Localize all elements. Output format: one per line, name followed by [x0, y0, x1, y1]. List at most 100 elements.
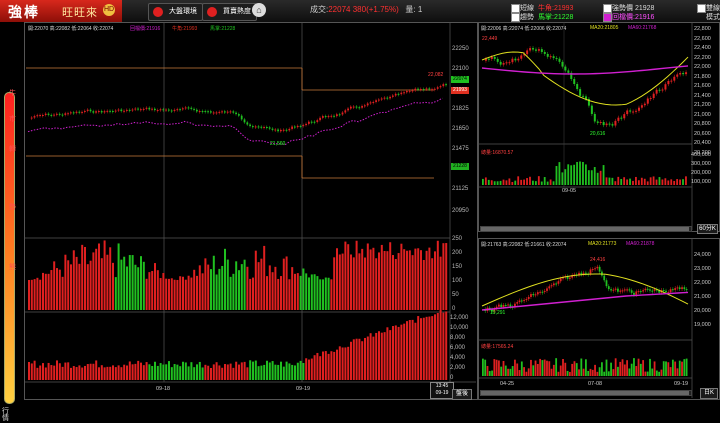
volume-tick: 100 — [452, 278, 463, 284]
amount-bar — [128, 361, 131, 380]
candle-body — [274, 129, 277, 131]
volume-bar — [594, 364, 596, 376]
candle-body — [517, 58, 520, 61]
short-term-checkbox[interactable] — [511, 4, 520, 13]
volume-bar — [482, 358, 484, 376]
volume-bar — [637, 180, 640, 185]
amount-bar — [313, 355, 316, 380]
hourly-scroll-thumb[interactable] — [481, 227, 689, 231]
amount-bar — [341, 347, 344, 380]
market-environment-icon — [153, 7, 163, 17]
candle-body — [614, 120, 617, 126]
trading-heat-button[interactable]: 買賣熱度 — [202, 3, 257, 21]
trend-checkbox[interactable] — [511, 13, 520, 22]
amount-bar — [327, 353, 330, 380]
candle-body — [630, 290, 633, 293]
candle-body — [653, 289, 656, 291]
candle-body — [617, 288, 619, 292]
amount-bar — [425, 316, 428, 380]
amount-bar — [28, 361, 30, 380]
thermometer-bar — [4, 92, 15, 404]
candle-body — [436, 87, 439, 89]
amount-bar — [394, 325, 397, 380]
volume-bar — [578, 369, 580, 376]
strength-price-checkbox[interactable] — [603, 4, 612, 13]
candle-body — [81, 111, 83, 113]
candle-body — [573, 78, 576, 85]
candle-body — [100, 111, 103, 113]
volume-bar — [106, 254, 109, 310]
daily-scroll-thumb[interactable] — [481, 391, 689, 395]
candle-body — [546, 288, 548, 291]
volume-bar — [568, 371, 571, 376]
volume-bar — [495, 359, 498, 376]
candle-body — [61, 114, 64, 116]
logo-badge: HD — [103, 4, 115, 16]
amount-bar — [36, 367, 39, 380]
candle-body — [148, 107, 151, 110]
volume-bar — [224, 248, 226, 310]
daily-volume-bars — [482, 358, 688, 376]
volume-bar — [591, 369, 594, 376]
candle-body — [439, 86, 442, 88]
candle-body — [389, 96, 391, 99]
amount-bar — [134, 363, 137, 380]
candle-body — [176, 109, 179, 111]
volume-bar — [555, 166, 558, 185]
candle-body — [229, 111, 232, 113]
volume-bar — [621, 359, 624, 376]
amount-bar — [168, 361, 170, 380]
market-environment-button[interactable]: 大盤環境 — [148, 3, 203, 21]
hourly-candles — [484, 46, 688, 128]
candle-body — [39, 115, 41, 117]
candle-body — [366, 103, 369, 106]
volume-bar — [661, 179, 664, 185]
volume-bar — [408, 250, 411, 310]
amount-bar — [296, 362, 299, 380]
dual-line-checkbox[interactable] — [697, 4, 706, 13]
period-daily-button[interactable]: 日K — [700, 388, 718, 399]
volume-bar — [187, 275, 190, 310]
volume-bar — [282, 258, 285, 310]
volume-bar — [358, 253, 361, 310]
volume-bar — [665, 361, 667, 376]
volume-bar — [527, 368, 530, 376]
mode-label: 模式 — [706, 14, 720, 21]
volume-bar — [566, 370, 569, 376]
pullback-price-checkbox[interactable] — [603, 13, 612, 22]
candle-body — [383, 97, 386, 99]
amount-bar — [159, 363, 162, 380]
horse-hoof-number: 21228 — [553, 14, 574, 21]
after-hours-button[interactable]: 盤後 — [452, 389, 472, 400]
amount-bar — [86, 364, 89, 380]
candle-body — [114, 110, 117, 112]
candle-body — [637, 107, 640, 111]
daily-scrollbar[interactable] — [480, 390, 692, 396]
volume-bar — [168, 278, 170, 310]
volume-bar — [61, 276, 64, 310]
hourly-scrollbar[interactable] — [480, 226, 692, 232]
amount-bar — [50, 365, 53, 380]
amount-bar — [165, 364, 168, 380]
candle-body — [162, 109, 165, 111]
volume-bar — [575, 363, 578, 376]
candle-body — [550, 285, 553, 287]
candle-body — [316, 120, 319, 122]
volume-tick: 100,000 — [691, 179, 711, 185]
volume-tick: 400,000 — [691, 152, 711, 158]
amount-bar — [156, 365, 159, 380]
candle-body — [532, 294, 535, 296]
amount-bar — [411, 319, 414, 380]
volume-bar — [170, 278, 173, 310]
volume-bar — [58, 269, 61, 310]
candle-body — [626, 110, 629, 115]
period-60min-button[interactable]: 60分K — [697, 224, 718, 234]
crosshair-time-box: 13:45 09-19 — [430, 382, 454, 399]
hourly-grid — [478, 22, 693, 230]
daily-x-date: 09-19 — [674, 381, 689, 387]
volume-bar — [558, 162, 561, 185]
horse-hoof-badge: 21228 — [451, 163, 469, 170]
candle-body — [514, 58, 517, 61]
amount-bar — [198, 361, 201, 380]
home-icon[interactable]: ⌂ — [252, 3, 266, 17]
